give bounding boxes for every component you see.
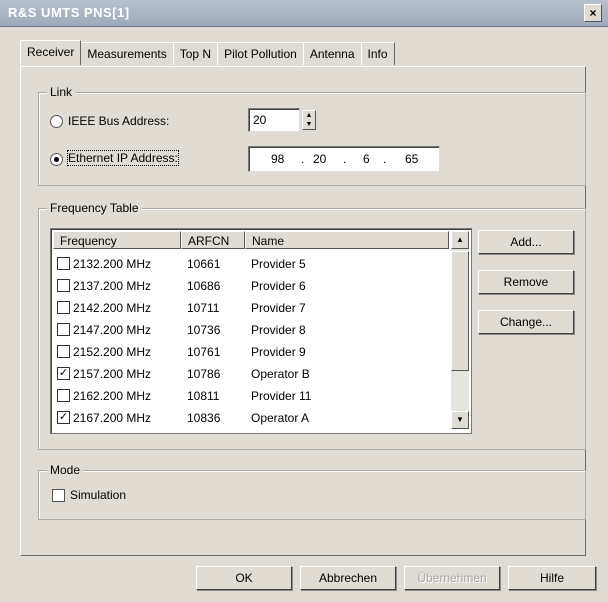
spin-down-icon[interactable]: ▼	[303, 120, 315, 129]
row-name: Provider 8	[251, 323, 306, 337]
table-row[interactable]: ✓ 2157.200 MHz 10786 Operator B	[53, 363, 449, 385]
row-frequency: 2167.200 MHz	[73, 411, 152, 425]
ip-address-input[interactable]: 98 . 20 . 6 . 65	[248, 146, 440, 172]
mode-group-label: Mode	[47, 463, 84, 477]
tab-top-n[interactable]: Top N	[172, 42, 219, 65]
table-row[interactable]: 2152.200 MHz 10761 Provider 9	[53, 341, 449, 363]
ieee-radio[interactable]	[50, 115, 63, 128]
row-checkbox[interactable]: ✓	[57, 411, 70, 424]
close-icon: ×	[589, 6, 597, 20]
help-button[interactable]: Hilfe	[508, 566, 596, 590]
row-frequency: 2157.200 MHz	[73, 367, 152, 381]
table-row[interactable]: 2142.200 MHz 10711 Provider 7	[53, 297, 449, 319]
row-frequency: 2132.200 MHz	[73, 257, 152, 271]
tab-measurements[interactable]: Measurements	[80, 42, 174, 65]
ip-octet-3: 6	[363, 152, 370, 166]
title-bar: R&S UMTS PNS[1] ×	[0, 0, 608, 27]
ieee-address-input[interactable]: 20	[248, 108, 300, 132]
spin-up-icon[interactable]: ▲	[303, 111, 315, 120]
row-name: Provider 7	[251, 301, 306, 315]
row-checkbox[interactable]	[57, 279, 70, 292]
row-checkbox[interactable]	[57, 301, 70, 314]
scroll-down-icon[interactable]: ▼	[451, 411, 469, 429]
frequency-list[interactable]: Frequency ARFCN Name 2132.200 MHz 10661 …	[50, 228, 472, 434]
row-arfcn: 10811	[187, 389, 220, 403]
scroll-up-icon[interactable]: ▲	[451, 231, 469, 249]
row-name: Provider 5	[251, 257, 306, 271]
ip-dot: .	[301, 152, 305, 166]
row-arfcn: 10836	[187, 411, 221, 425]
row-arfcn: 10736	[187, 323, 221, 337]
table-row[interactable]: 2137.200 MHz 10686 Provider 6	[53, 275, 449, 297]
ip-octet-2: 20	[313, 152, 327, 166]
link-group-label: Link	[47, 85, 76, 99]
table-row[interactable]: 2162.200 MHz 10811 Provider 11	[53, 385, 449, 407]
column-header-name[interactable]: Name	[245, 231, 449, 249]
row-frequency: 2152.200 MHz	[73, 345, 152, 359]
row-arfcn: 10711	[187, 301, 220, 315]
table-row[interactable]: 2147.200 MHz 10736 Provider 8	[53, 319, 449, 341]
ip-dot: .	[383, 152, 387, 166]
ip-dot: .	[343, 152, 347, 166]
row-checkbox[interactable]	[57, 389, 70, 402]
ieee-address-spinner[interactable]: ▲ ▼	[302, 110, 316, 130]
tab-receiver[interactable]: Receiver	[20, 40, 82, 65]
row-arfcn: 10686	[187, 279, 221, 293]
tab-antenna[interactable]: Antenna	[302, 42, 362, 65]
window-title: R&S UMTS PNS[1]	[8, 5, 130, 20]
row-checkbox[interactable]	[57, 257, 70, 270]
add-button[interactable]: Add...	[478, 230, 574, 254]
row-checkbox[interactable]	[57, 345, 70, 358]
remove-button[interactable]: Remove	[478, 270, 574, 294]
ethernet-radio[interactable]	[50, 153, 63, 166]
tab-pilot-pollution[interactable]: Pilot Pollution	[217, 42, 304, 65]
ieee-address-value: 20	[253, 113, 267, 127]
row-checkbox[interactable]	[57, 323, 70, 336]
column-header-arfcn[interactable]: ARFCN	[181, 231, 245, 249]
table-row[interactable]: ✓ 2167.200 MHz 10836 Operator A	[53, 407, 449, 429]
row-name: Operator A	[251, 411, 310, 425]
row-name: Operator B	[251, 367, 310, 381]
row-frequency: 2142.200 MHz	[73, 301, 152, 315]
ip-octet-4: 65	[405, 152, 419, 166]
ok-button[interactable]: OK	[196, 566, 292, 590]
row-frequency: 2162.200 MHz	[73, 389, 152, 403]
row-arfcn: 10661	[187, 257, 221, 271]
frequency-table-label: Frequency Table	[47, 201, 142, 215]
row-arfcn: 10786	[187, 367, 221, 381]
ip-octet-1: 98	[271, 152, 285, 166]
tab-strip: Receiver Measurements Top N Pilot Pollut…	[20, 40, 395, 66]
column-header-frequency[interactable]: Frequency	[53, 231, 181, 249]
row-frequency: 2147.200 MHz	[73, 323, 152, 337]
row-name: Provider 11	[251, 389, 312, 403]
tab-info[interactable]: Info	[360, 42, 395, 65]
cancel-button[interactable]: Abbrechen	[300, 566, 396, 590]
ieee-label: IEEE Bus Address:	[68, 114, 170, 128]
change-button[interactable]: Change...	[478, 310, 574, 334]
row-frequency: 2137.200 MHz	[73, 279, 152, 293]
ethernet-label: Ethernet IP Address:	[67, 150, 179, 166]
simulation-label: Simulation	[70, 488, 127, 502]
row-arfcn: 10761	[187, 345, 221, 359]
apply-button[interactable]: Übernehmen	[404, 566, 500, 590]
list-scrollbar[interactable]: ▲ ▼	[451, 231, 469, 429]
table-row[interactable]: 2132.200 MHz 10661 Provider 5	[53, 253, 449, 275]
row-name: Provider 6	[251, 279, 306, 293]
close-button[interactable]: ×	[584, 4, 602, 22]
simulation-checkbox[interactable]	[52, 489, 65, 502]
scroll-thumb[interactable]	[451, 251, 469, 371]
row-checkbox[interactable]: ✓	[57, 367, 70, 380]
row-name: Provider 9	[251, 345, 306, 359]
